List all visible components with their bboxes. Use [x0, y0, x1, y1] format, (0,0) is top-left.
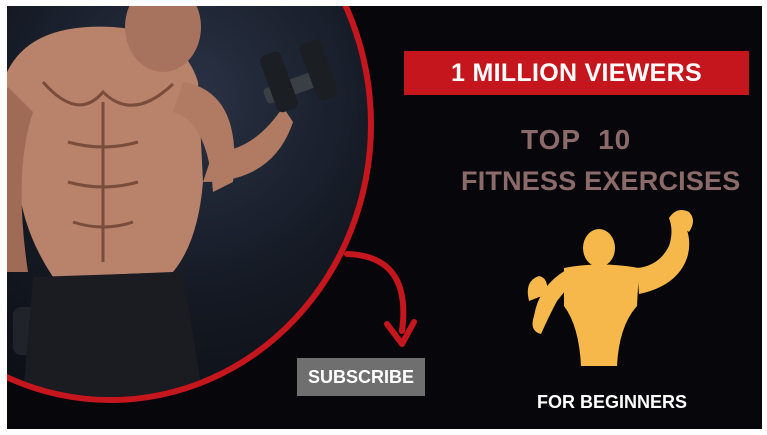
thumbnail-frame: 1 MILLION VIEWERS TOP 10 FITNESS EXERCIS… [7, 6, 762, 429]
bodybuilder-photo [7, 6, 374, 403]
curved-arrow-icon [344, 251, 417, 347]
banner-text: 1 MILLION VIEWERS [451, 58, 702, 87]
flexing-muscle-man-icon [527, 210, 693, 366]
bodybuilder-dumbbell-illustration [7, 6, 338, 397]
subscribe-button[interactable]: SUBSCRIBE [297, 358, 425, 396]
subscribe-label: SUBSCRIBE [307, 366, 414, 387]
beginners-caption: FOR BEGINNERS [537, 392, 688, 412]
viewers-banner: 1 MILLION VIEWERS [404, 51, 749, 95]
headline-top: TOP 10 [521, 124, 632, 155]
headline-subtitle: FITNESS EXERCISES [461, 166, 741, 196]
